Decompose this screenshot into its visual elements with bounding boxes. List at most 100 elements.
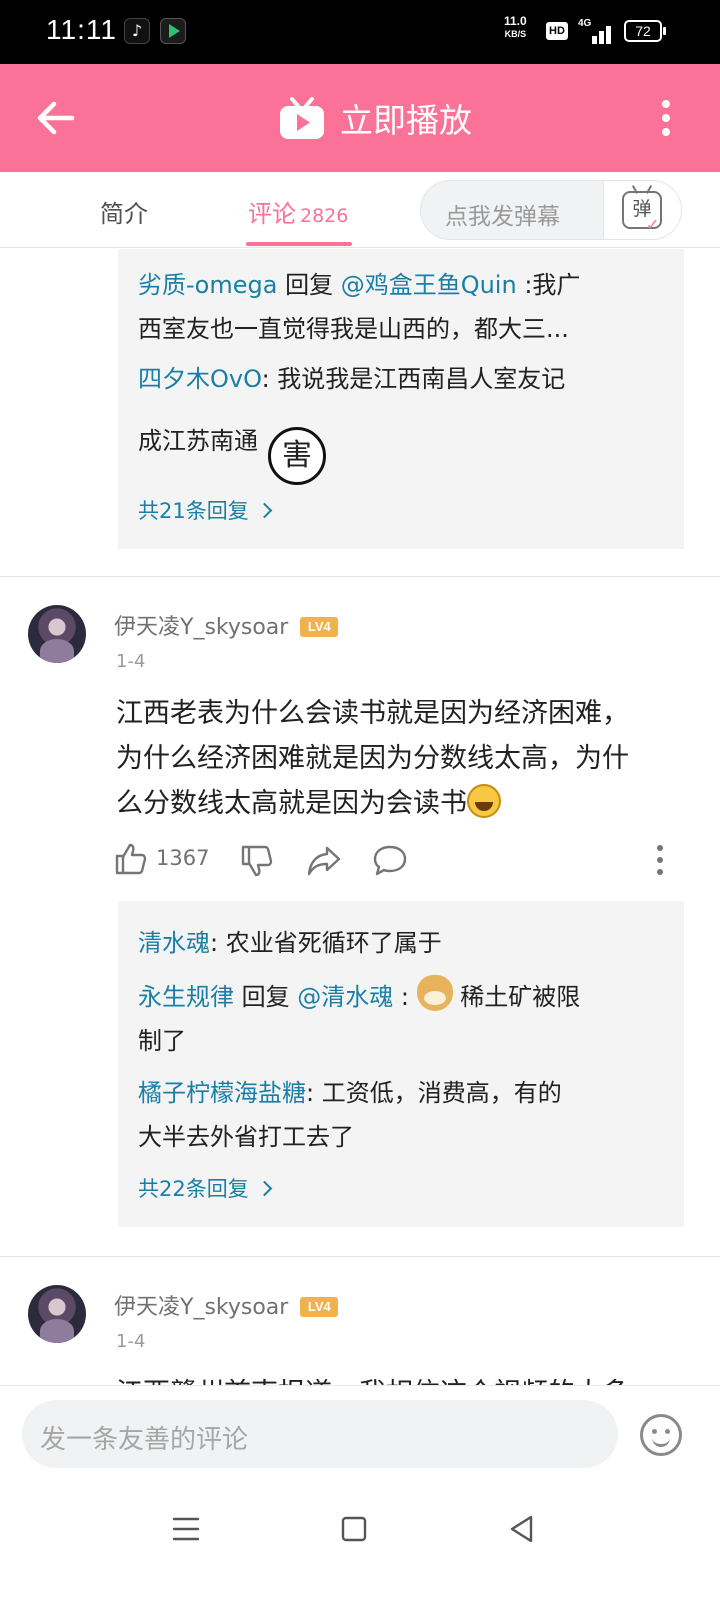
laugh-cry-emoji-icon <box>467 784 501 818</box>
back-arrow-icon <box>37 101 75 135</box>
reply-text: : 农业省死循环了属于 <box>210 929 442 957</box>
comment-text-line: 为什么经济困难就是因为分数线太高，为什 <box>116 743 629 774</box>
reply-preview-box[interactable]: 清水魂: 农业省死循环了属于 永生规律 回复 @清水魂 : 稀土矿被限 制了 橘… <box>118 901 684 1227</box>
comment-text-line: 么分数线太高就是因为会读书 <box>116 788 467 819</box>
check-icon: ✓ <box>646 215 660 234</box>
share-button[interactable] <box>306 840 342 880</box>
network-type-label: 4G <box>578 18 592 29</box>
comment-time: 1-4 <box>116 1331 146 1352</box>
view-all-replies-label: 共21条回复 <box>138 499 249 523</box>
reply-mention[interactable]: @清水魂 <box>297 983 393 1011</box>
reply-item[interactable]: 劣质-omega 回复 @鸡盒王鱼Quin :我广 <box>138 263 580 307</box>
comment-input-placeholder: 发一条友善的评论 <box>40 1425 249 1455</box>
reply-text-continued: 制了 <box>138 1027 186 1055</box>
active-tab-indicator <box>246 242 352 246</box>
comment-author[interactable]: 伊天凌Y_skysoar LV4 <box>114 609 339 641</box>
reply-item[interactable]: 清水魂: 农业省死循环了属于 <box>138 921 442 965</box>
reply-author[interactable]: 橘子柠檬海盐糖 <box>138 1079 306 1107</box>
reply-author[interactable]: 四夕木OvO <box>138 365 262 393</box>
author-name: 伊天凌Y_skysoar <box>114 1295 289 1320</box>
video-app-icon <box>160 18 186 44</box>
doge-emoji-icon <box>416 975 453 1011</box>
comment-time: 1-4 <box>116 651 146 672</box>
divider <box>0 576 720 577</box>
share-icon <box>307 846 341 876</box>
play-now-label: 立即播放 <box>340 101 472 140</box>
network-speed: 11.0 KB/S <box>504 15 527 41</box>
back-button[interactable] <box>34 96 78 140</box>
reply-author[interactable]: 永生规律 <box>138 983 234 1011</box>
divider <box>0 1256 720 1257</box>
status-time: 11:11 <box>46 14 117 45</box>
reply-text: 稀土矿被限 <box>452 983 581 1011</box>
reply-text-continued: 西室友也一直觉得我是山西的，都大三... <box>138 315 569 343</box>
menu-icon <box>172 1517 200 1541</box>
reply-text: : <box>393 983 417 1011</box>
more-vertical-icon <box>657 845 663 875</box>
author-name: 伊天凌Y_skysoar <box>114 615 289 640</box>
comment-actions: 1367 <box>114 840 674 880</box>
comment-text-line: 江西老表为什么会读书就是因为经济困难， <box>116 698 629 729</box>
tab-bar: 简介 评论 2826 点我发弹幕 弹 ✓ <box>0 172 720 248</box>
reply-preview-box[interactable]: 劣质-omega 回复 @鸡盒王鱼Quin :我广 西室友也一直觉得我是山西的，… <box>118 249 684 549</box>
back-nav-button[interactable] <box>502 1509 542 1549</box>
sticker-shy-icon: 害 <box>268 427 326 485</box>
reply-word: 回复 <box>277 271 341 299</box>
reply-text-continued: 成江苏南通害 <box>138 419 326 485</box>
comment-composer: 发一条友善的评论 <box>0 1385 720 1485</box>
reply-text: :我广 <box>516 271 581 299</box>
reply-item[interactable]: 橘子柠檬海盐糖: 工资低，消费高，有的 <box>138 1071 562 1115</box>
dislike-button[interactable] <box>240 840 276 880</box>
signal-icon: 4G <box>578 18 614 44</box>
reply-text: : 工资低，消费高，有的 <box>306 1079 562 1107</box>
tab-intro[interactable]: 简介 <box>100 194 148 229</box>
play-now-button[interactable]: 立即播放 <box>278 90 472 146</box>
avatar[interactable] <box>28 1285 86 1343</box>
avatar[interactable] <box>28 605 86 663</box>
top-bar: 立即播放 <box>0 64 720 172</box>
status-bar: 11:11 ♪ 11.0 KB/S HD 4G 72 <box>0 0 720 64</box>
danmaku-toggle-button[interactable]: 弹 ✓ <box>603 181 681 239</box>
emoji-picker-button[interactable] <box>640 1414 682 1456</box>
reply-author[interactable]: 清水魂 <box>138 929 210 957</box>
level-badge: LV4 <box>300 1297 339 1317</box>
comment-list[interactable]: 劣质-omega 回复 @鸡盒王鱼Quin :我广 西室友也一直觉得我是山西的，… <box>0 249 720 1385</box>
reply-author[interactable]: 劣质-omega <box>138 271 277 299</box>
home-nav-button[interactable] <box>334 1509 374 1549</box>
like-button[interactable]: 1367 <box>114 840 234 880</box>
reply-button[interactable] <box>372 840 408 880</box>
tab-comments-label: 评论 <box>248 200 296 228</box>
comment-bubble-icon <box>373 845 407 876</box>
reply-text-continued: 大半去外省打工去了 <box>138 1123 354 1151</box>
reply-item[interactable]: 永生规律 回复 @清水魂 : 稀土矿被限 <box>138 975 580 1019</box>
network-speed-unit: KB/S <box>504 29 527 39</box>
network-speed-value: 11.0 <box>504 14 527 28</box>
chevron-right-icon <box>256 502 273 519</box>
comment-author[interactable]: 伊天凌Y_skysoar LV4 <box>114 1289 339 1321</box>
danmaku-placeholder: 点我发弹幕 <box>445 204 560 230</box>
tab-comments-count: 2826 <box>300 205 349 227</box>
comment-input[interactable]: 发一条友善的评论 <box>22 1400 618 1468</box>
tiktok-app-icon: ♪ <box>124 18 150 44</box>
tab-comments[interactable]: 评论 2826 <box>248 194 348 229</box>
home-square-icon <box>341 1516 367 1542</box>
reply-mention[interactable]: @鸡盒王鱼Quin <box>341 271 517 299</box>
comment-more-button[interactable] <box>646 840 674 880</box>
system-navigation-bar <box>0 1485 720 1600</box>
battery-level: 72 <box>635 23 651 39</box>
battery-icon: 72 <box>624 20 666 42</box>
menu-nav-button[interactable] <box>166 1509 206 1549</box>
comment-text[interactable]: 江西老表为什么会读书就是因为经济困难， 为什么经济困难就是因为分数线太高，为什 … <box>116 691 686 826</box>
reply-item[interactable]: 四夕木OvO: 我说我是江西南昌人室友记 <box>138 357 565 401</box>
chevron-right-icon <box>256 1180 273 1197</box>
tv-play-icon <box>278 97 326 139</box>
thumbs-down-icon <box>241 845 273 877</box>
view-all-replies-link[interactable]: 共22条回复 <box>138 1173 273 1203</box>
like-count: 1367 <box>156 846 210 870</box>
reply-word: 回复 <box>234 983 298 1011</box>
level-badge: LV4 <box>300 617 339 637</box>
danmaku-input-box[interactable]: 点我发弹幕 弹 ✓ <box>420 180 682 240</box>
comment-text[interactable]: 江西赣州首南报道，我相信这个视频的大多 <box>116 1371 686 1385</box>
view-all-replies-link[interactable]: 共21条回复 <box>138 495 273 525</box>
more-options-button[interactable] <box>652 96 680 140</box>
